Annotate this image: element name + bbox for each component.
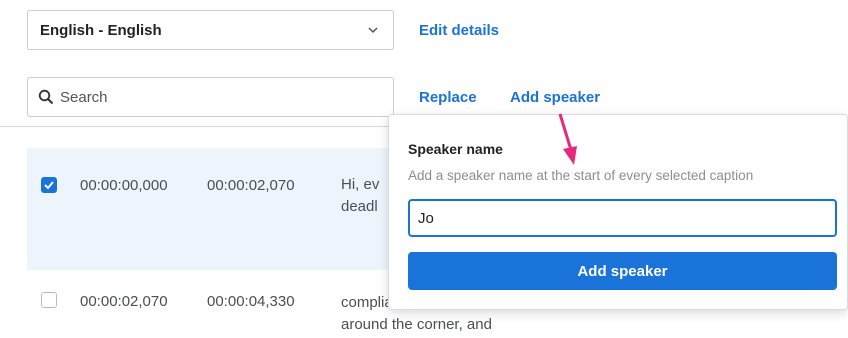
end-time[interactable]: 00:00:04,330: [207, 293, 295, 310]
search-input[interactable]: [60, 88, 360, 106]
edit-details-link[interactable]: Edit details: [419, 22, 499, 39]
caption-text-line: around the corner, and: [341, 316, 492, 333]
start-time[interactable]: 00:00:00,000: [80, 177, 168, 194]
popover-help-text: Add a speaker name at the start of every…: [408, 168, 754, 183]
start-time[interactable]: 00:00:02,070: [80, 293, 168, 310]
caption-text-line: deadl: [341, 198, 378, 215]
replace-link[interactable]: Replace: [419, 89, 477, 106]
speaker-name-input[interactable]: [408, 199, 837, 237]
add-speaker-button[interactable]: Add speaker: [408, 252, 837, 290]
language-select[interactable]: English - English: [27, 10, 394, 50]
search-icon: [38, 89, 54, 105]
checkmark-icon: [44, 181, 54, 190]
search-field[interactable]: [27, 77, 394, 117]
row-checkbox[interactable]: [41, 177, 57, 193]
add-speaker-popover: Speaker name Add a speaker name at the s…: [388, 114, 848, 310]
chevron-down-icon: [368, 27, 378, 34]
caption-text-line: Hi, ev: [341, 176, 380, 193]
end-time[interactable]: 00:00:02,070: [207, 177, 295, 194]
row-checkbox[interactable]: [41, 292, 57, 308]
popover-title: Speaker name: [408, 141, 503, 157]
language-select-value: English - English: [40, 21, 162, 39]
add-speaker-link[interactable]: Add speaker: [510, 89, 600, 106]
caption-text[interactable]: Hi, ev deadl: [341, 174, 379, 218]
